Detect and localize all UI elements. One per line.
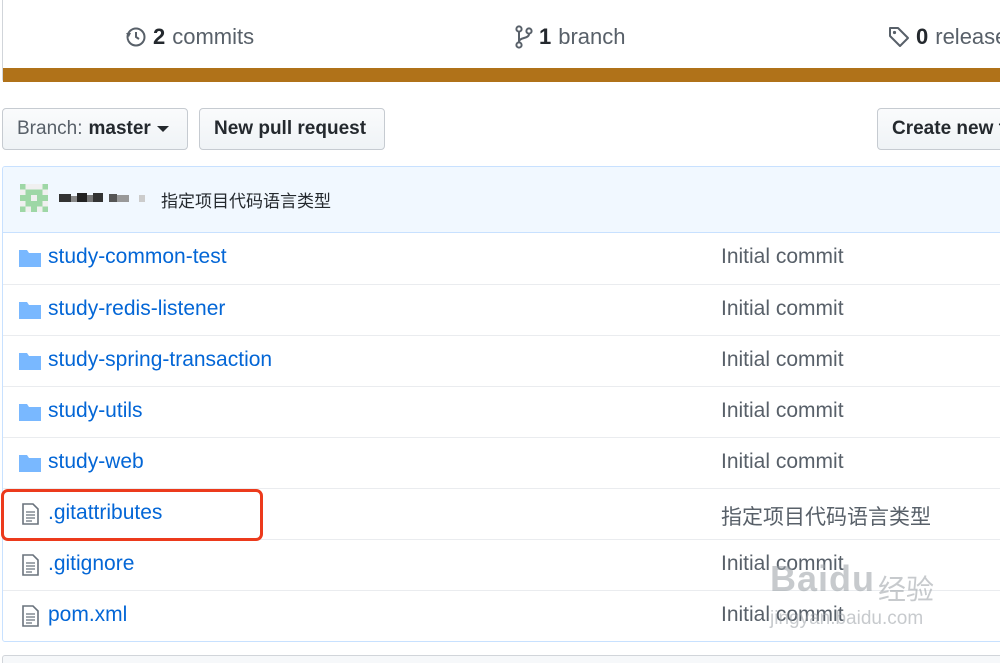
file-commit-message[interactable]: Initial commit bbox=[721, 450, 844, 474]
file-row: study-web Initial commit bbox=[3, 437, 1000, 488]
file-row: study-utils Initial commit bbox=[3, 386, 1000, 437]
caret-down-icon bbox=[156, 126, 169, 132]
commits-label: commits bbox=[172, 24, 255, 49]
file-name-link[interactable]: study-redis-listener bbox=[48, 297, 225, 321]
commits-count: 2 bbox=[153, 24, 166, 49]
file-commit-message[interactable]: Initial commit bbox=[721, 348, 844, 372]
file-name-link[interactable]: .gitignore bbox=[48, 552, 134, 576]
file-name-link[interactable]: study-common-test bbox=[48, 245, 227, 269]
numbers-summary: 2 commits 1 branch 0 releases bbox=[3, 0, 1000, 68]
author-name-redacted[interactable] bbox=[59, 189, 155, 207]
folder-icon bbox=[19, 302, 41, 319]
avatar[interactable] bbox=[20, 184, 48, 212]
git-branch-icon bbox=[515, 25, 533, 49]
branches-count: 1 bbox=[539, 24, 552, 49]
folder-icon bbox=[19, 455, 41, 472]
folder-icon bbox=[19, 404, 41, 421]
annotation-highlight-box bbox=[1, 489, 263, 541]
commits-link[interactable]: 2 commits bbox=[125, 22, 254, 52]
file-commit-message[interactable]: Initial commit bbox=[721, 297, 844, 321]
file-icon bbox=[22, 554, 39, 576]
branches-link[interactable]: 1 branch bbox=[515, 22, 626, 52]
file-row: study-spring-transaction Initial commit bbox=[3, 335, 1000, 386]
file-name-link[interactable]: pom.xml bbox=[48, 603, 127, 627]
repo-summary: 2 commits 1 branch 0 releases bbox=[2, 0, 1000, 82]
folder-icon bbox=[19, 250, 41, 267]
tag-icon bbox=[889, 27, 909, 47]
language-bar[interactable] bbox=[3, 68, 1000, 82]
readme-panel-edge bbox=[2, 655, 1000, 663]
folder-icon bbox=[19, 353, 41, 370]
file-row: study-common-test Initial commit bbox=[3, 233, 1000, 284]
releases-count: 0 bbox=[916, 24, 929, 49]
history-icon bbox=[126, 27, 146, 47]
file-name-link[interactable]: study-utils bbox=[48, 399, 143, 423]
file-commit-message[interactable]: 指定项目代码语言类型 bbox=[721, 501, 931, 531]
file-name-link[interactable]: study-web bbox=[48, 450, 144, 474]
file-commit-message[interactable]: Initial commit bbox=[721, 245, 844, 269]
baidu-jingyan-watermark: Baidu 经验 jingyan.baidu.com bbox=[760, 548, 960, 643]
watermark-logo: Baidu bbox=[770, 558, 876, 599]
watermark-text: 经验 bbox=[878, 574, 935, 605]
releases-link[interactable]: 0 releases bbox=[888, 22, 1000, 52]
file-row: study-redis-listener Initial commit bbox=[3, 284, 1000, 335]
branch-name: master bbox=[88, 118, 151, 139]
file-name-link[interactable]: study-spring-transaction bbox=[48, 348, 272, 372]
create-new-file-button[interactable]: Create new file bbox=[877, 108, 1000, 150]
latest-commit-message[interactable]: 指定项目代码语言类型 bbox=[161, 187, 331, 212]
branch-prefix: Branch: bbox=[17, 118, 83, 139]
latest-commit-bar: 指定项目代码语言类型 bbox=[3, 167, 1000, 233]
file-commit-message[interactable]: Initial commit bbox=[721, 399, 844, 423]
watermark-url: jingyan.baidu.com bbox=[770, 608, 924, 629]
file-icon bbox=[22, 605, 39, 627]
releases-label: releases bbox=[935, 24, 1000, 49]
new-pull-request-button[interactable]: New pull request bbox=[199, 108, 385, 150]
branch-select-button[interactable]: Branch: master bbox=[2, 108, 188, 150]
branches-label: branch bbox=[558, 24, 626, 49]
